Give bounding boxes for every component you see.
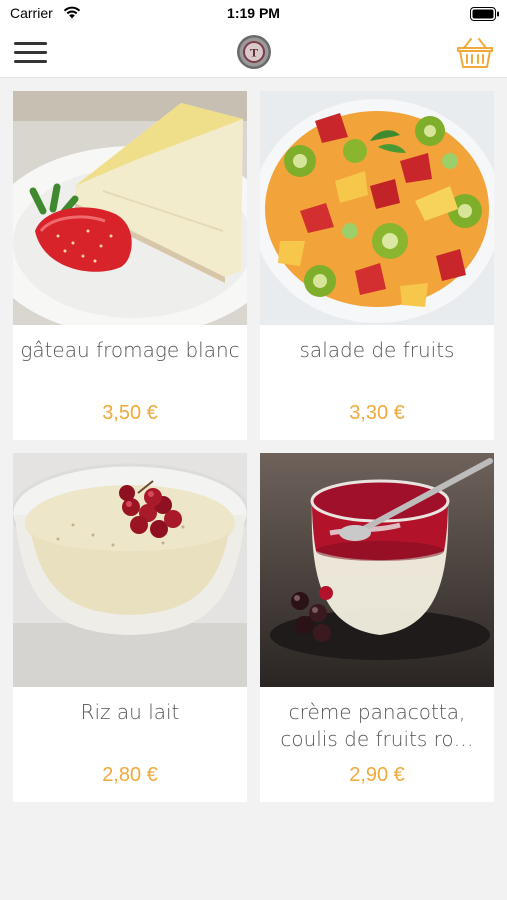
product-card[interactable]: gâteau fromage blanc 3,50 € (13, 91, 247, 440)
product-price: 3,50 € (102, 402, 158, 424)
product-card[interactable]: salade de fruits 3,30 € (260, 91, 494, 440)
product-price: 2,90 € (349, 764, 405, 786)
status-bar: Carrier 1:19 PM (0, 0, 507, 28)
product-card[interactable]: Riz au lait 2,80 € (13, 453, 247, 802)
product-image (260, 91, 494, 325)
battery-icon (470, 7, 499, 21)
product-image (13, 453, 247, 687)
logo-icon: T (237, 35, 271, 69)
menu-icon (14, 42, 47, 45)
logo-letter: T (250, 46, 258, 60)
product-name: gâteau fromage blanc (20, 338, 240, 362)
clock: 1:19 PM (227, 5, 280, 21)
nav-bar: T (0, 28, 507, 78)
product-image (13, 91, 247, 325)
product-price: 3,30 € (349, 402, 405, 424)
product-price: 2,80 € (102, 764, 158, 786)
menu-button[interactable] (14, 40, 48, 66)
product-name: Riz au lait (80, 700, 180, 724)
basket-button[interactable] (456, 36, 494, 70)
product-image (260, 453, 494, 687)
product-card[interactable]: crème panacotta, coulis de fruits ro… 2,… (260, 453, 494, 802)
product-name: salade de fruits (299, 338, 455, 362)
product-name: crème panacotta, coulis de fruits ro… (280, 700, 474, 751)
